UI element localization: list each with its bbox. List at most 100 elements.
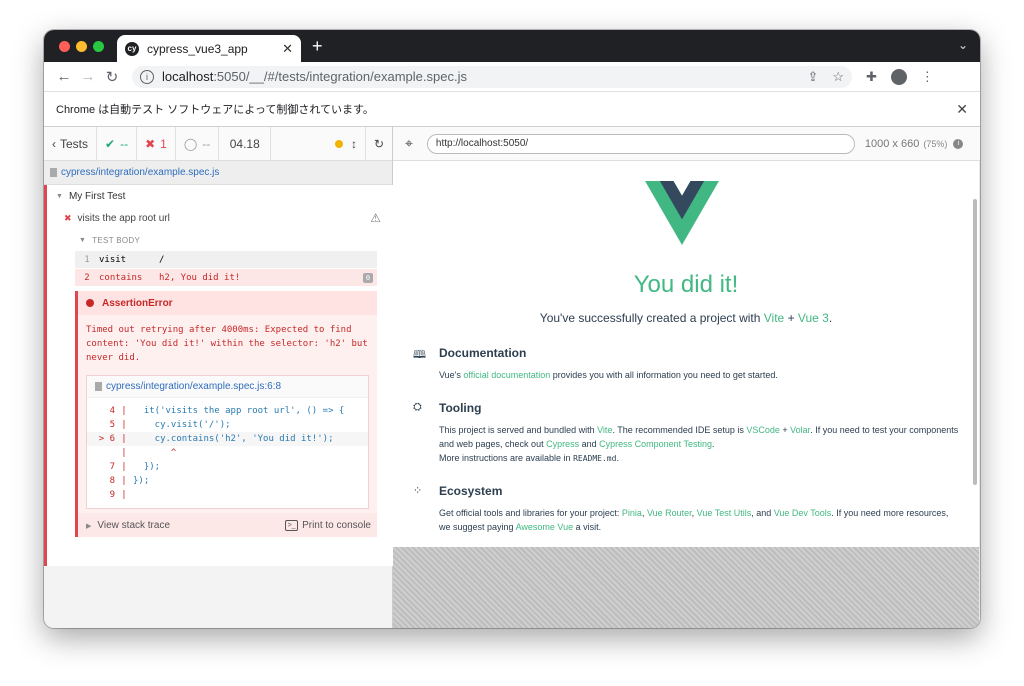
profile-avatar-icon[interactable]: [890, 68, 907, 85]
text-fragment: provides you with all information you ne…: [550, 370, 778, 380]
print-to-console-button[interactable]: >_ Print to console: [285, 519, 371, 531]
rerun-icon: ↻: [373, 136, 384, 151]
selector-playground-crosshair-icon[interactable]: ⌖: [405, 135, 413, 152]
error-message: Timed out retrying after 4000ms: Expecte…: [86, 325, 368, 363]
line-code: cy.visit('/');: [133, 420, 231, 430]
browser-window: cy cypress_vue3_app ✕ + ⌄ ← → ↻ i localh…: [44, 30, 980, 628]
code-lines: 4 | it('visits the app root url', () => {…: [87, 398, 368, 508]
vue3-link[interactable]: Vue 3: [798, 311, 829, 325]
share-icon[interactable]: ⇪: [807, 69, 818, 85]
cypress-component-testing-link[interactable]: Cypress Component Testing: [599, 439, 712, 449]
vite-link[interactable]: Vite: [597, 425, 612, 435]
failed-test-row[interactable]: ✖ visits the app root url ⚠: [47, 207, 393, 229]
address-bar[interactable]: i localhost:5050/__/#/tests/integration/…: [132, 65, 852, 88]
back-icon[interactable]: ←: [52, 68, 76, 85]
section-text: This project is served and bundled with …: [439, 423, 959, 466]
toolbox-icon: ⛭: [413, 401, 422, 413]
command-row[interactable]: 1 visit /: [75, 251, 377, 269]
tests-label: Tests: [60, 136, 89, 151]
command-row[interactable]: 2 contains h2, You did it! 0: [75, 269, 377, 287]
code-frame-file-link[interactable]: cypress/integration/example.spec.js:6:8: [87, 376, 368, 398]
infobar-close-icon[interactable]: ✕: [956, 101, 968, 118]
vue-dev-tools-link[interactable]: Vue Dev Tools: [774, 508, 832, 518]
extensions-puzzle-icon[interactable]: ✚: [866, 69, 877, 85]
spec-file-bar[interactable]: cypress/integration/example.spec.js: [44, 161, 392, 185]
duration: 04.18: [219, 127, 272, 160]
command-log: 1 visit / 2 contains h2, You did it! 0: [75, 251, 377, 287]
forward-icon[interactable]: →: [76, 68, 100, 85]
text-fragment: .: [712, 439, 715, 449]
official-docs-link[interactable]: official documentation: [463, 370, 550, 380]
line-number: 5: [109, 420, 115, 430]
new-tab-icon[interactable]: +: [312, 36, 323, 57]
failed-count: 1: [160, 136, 167, 151]
tests-back-button[interactable]: ‹ Tests: [44, 127, 98, 160]
tab-search-chevron-icon[interactable]: ⌄: [958, 38, 968, 52]
suite-row[interactable]: ▼ My First Test: [47, 185, 393, 207]
rerun-button[interactable]: ↻: [364, 127, 392, 160]
tab-title: cypress_vue3_app: [147, 41, 248, 56]
reporter-panel: ‹ Tests ✔ -- ✖ 1 ◯ -- 04.18 ↕ ↻ cypress/inte…: [44, 127, 393, 628]
minimize-window-button[interactable]: [76, 41, 87, 52]
awesome-vue-link[interactable]: Awesome Vue: [516, 522, 574, 532]
viewport-size: 1000 x 660: [864, 137, 920, 150]
line-gutter: |: [121, 476, 127, 486]
section-title: Ecosystem: [439, 484, 503, 498]
test-body-header[interactable]: ▼ TEST BODY: [79, 229, 393, 251]
error-icon: [86, 299, 94, 307]
view-stack-trace-label: View stack trace: [97, 519, 171, 531]
aut-url-field[interactable]: http://localhost:5050/: [426, 133, 855, 154]
tab-close-icon[interactable]: ✕: [282, 41, 293, 57]
status-dot-icon: [334, 139, 343, 148]
caret-down-icon: ▼: [79, 236, 87, 244]
text-fragment: More instructions are available in: [439, 453, 574, 463]
warning-icon[interactable]: ⚠: [370, 211, 381, 225]
line-number: 4: [109, 406, 115, 416]
viewport-empty-area: [393, 547, 979, 628]
vue-test-utils-link[interactable]: Vue Test Utils: [697, 508, 752, 518]
aut-panel: ⌖ http://localhost:5050/ 1000 x 660 (75%…: [393, 127, 980, 628]
section-text: Vue's official documentation provides yo…: [439, 368, 959, 382]
browser-tab[interactable]: cy cypress_vue3_app ✕: [117, 35, 301, 62]
maximize-window-button[interactable]: [93, 41, 104, 52]
tab-strip: cy cypress_vue3_app ✕ + ⌄: [44, 30, 980, 62]
text-fragment: Get official tools and libraries for you…: [439, 508, 622, 518]
run-controls: ↕: [327, 127, 365, 160]
auto-scroll-icon[interactable]: ↕: [351, 137, 357, 151]
view-stack-trace-toggle[interactable]: ▶ View stack trace: [86, 520, 170, 531]
line-number: 8: [109, 476, 115, 486]
aut-header: ⌖ http://localhost:5050/ 1000 x 660 (75%…: [393, 127, 980, 161]
browser-toolbar: ← → ↻ i localhost:5050/__/#/tests/integr…: [44, 62, 980, 92]
app-subtitle: You've successfully created a project wi…: [393, 311, 979, 325]
error-footer: ▶ View stack trace >_ Print to console: [78, 513, 377, 537]
line-code: cy.contains('h2', 'You did it!');: [133, 434, 334, 444]
volar-link[interactable]: Volar: [790, 425, 810, 435]
failed-x-icon: ✖: [64, 212, 72, 223]
caret-down-icon: ▼: [56, 192, 63, 200]
app-iframe: You did it! You've successfully created …: [393, 161, 979, 547]
viewport-info-icon[interactable]: i: [953, 138, 964, 149]
vscode-link[interactable]: VSCode: [746, 425, 780, 435]
close-window-button[interactable]: [59, 41, 70, 52]
reload-icon[interactable]: ↻: [100, 68, 124, 86]
line-gutter: |: [121, 462, 127, 472]
pinia-link[interactable]: Pinia: [622, 508, 642, 518]
cypress-link[interactable]: Cypress: [546, 439, 579, 449]
kebab-menu-icon[interactable]: ⋮: [921, 69, 934, 85]
vue-logo-icon: [645, 181, 719, 245]
line-gutter: |: [121, 490, 127, 500]
line-gutter: |: [121, 420, 127, 430]
url-host: localhost: [162, 69, 214, 84]
code-frame-path: cypress/integration/example.spec.js:6:8: [106, 381, 282, 392]
site-info-icon[interactable]: i: [140, 69, 154, 84]
vue-router-link[interactable]: Vue Router: [647, 508, 692, 518]
line-gutter: |: [121, 434, 127, 444]
vite-link[interactable]: Vite: [764, 311, 784, 325]
code-line: 8 |});: [87, 474, 368, 488]
code-line-highlighted: > 6 | cy.contains('h2', 'You did it!');: [87, 432, 368, 446]
url-path: :5050/__/#/tests/integration/example.spe…: [213, 69, 467, 84]
line-code: ^: [133, 448, 177, 458]
iframe-scrollbar[interactable]: [973, 199, 977, 485]
command-message: /: [159, 254, 165, 265]
bookmark-star-icon[interactable]: ☆: [832, 69, 844, 85]
